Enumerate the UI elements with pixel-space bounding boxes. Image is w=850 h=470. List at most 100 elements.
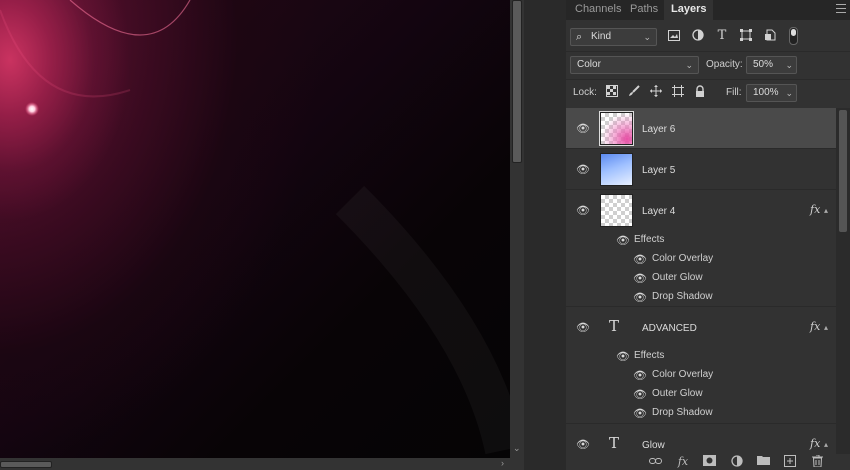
canvas-vertical-scrollbar[interactable]: ⌄ (510, 0, 524, 470)
mask-icon[interactable] (702, 455, 716, 469)
lock-transparent-icon[interactable] (604, 85, 620, 101)
visibility-eye-icon[interactable]: 👁 (576, 204, 590, 218)
layer-effects-fx-icon[interactable]: fx (810, 437, 820, 450)
scroll-thumb[interactable] (839, 110, 847, 232)
chevron-down-icon: ⌄ (643, 32, 651, 42)
effect-item[interactable]: 👁 Color Overlay (566, 366, 836, 385)
effect-name: Drop Shadow (652, 407, 713, 418)
image-filter-icon[interactable] (666, 29, 682, 45)
canvas-horizontal-scrollbar[interactable]: › (0, 458, 510, 470)
effect-item[interactable]: 👁 Outer Glow (566, 269, 836, 288)
filter-toggle[interactable] (789, 27, 798, 45)
collapse-effects-icon[interactable]: ▴ (824, 323, 828, 332)
kind-filter-label: Kind (591, 31, 612, 42)
layers-list: 👁 Layer 6 👁 Layer 5 👁 Layer 4 fx ▴ 👁 Eff… (566, 108, 836, 454)
group-folder-icon[interactable] (756, 455, 770, 469)
layer-row-advanced[interactable]: 👁 T ADVANCED fx ▴ 👁 Effects 👁 Color Over… (566, 307, 836, 424)
blend-mode-value: Color (577, 59, 601, 70)
panel-tab-bar: Channels Paths Layers (566, 0, 850, 20)
visibility-eye-icon[interactable]: 👁 (633, 407, 647, 421)
trash-icon[interactable] (810, 454, 824, 469)
layer-name: Layer 6 (642, 124, 676, 135)
visibility-eye-icon[interactable]: 👁 (616, 350, 630, 364)
effect-item[interactable]: 👁 Color Overlay (566, 250, 836, 269)
lock-all-icon[interactable] (692, 85, 708, 101)
search-icon: ⌕ (576, 31, 583, 43)
effect-name: Drop Shadow (652, 291, 713, 302)
kind-filter-select[interactable]: ⌕ Kind ⌄ (570, 28, 657, 46)
scroll-down-icon[interactable]: ⌄ (513, 443, 521, 454)
layers-panel: Channels Paths Layers ⌕ Kind ⌄ T Color ⌄… (566, 0, 850, 470)
effect-name: Color Overlay (652, 253, 714, 264)
effect-name: Outer Glow (652, 272, 703, 283)
blend-mode-select[interactable]: Color ⌄ (570, 56, 699, 74)
effect-name: Outer Glow (652, 388, 703, 399)
new-layer-icon[interactable] (783, 455, 797, 469)
link-layers-icon[interactable] (648, 455, 662, 469)
smart-object-filter-icon[interactable] (762, 29, 778, 45)
layer-row-layer-4[interactable]: 👁 Layer 4 fx ▴ 👁 Effects 👁 Color Overlay… (566, 190, 836, 307)
light-dot (25, 102, 39, 116)
fx-icon[interactable]: fx (676, 455, 690, 469)
effects-label: Effects (634, 234, 665, 245)
panel-menu-icon[interactable] (836, 4, 846, 13)
adjustment-filter-icon[interactable] (690, 29, 706, 45)
effects-group[interactable]: 👁 Effects (566, 347, 836, 366)
lock-artboard-icon[interactable] (670, 85, 686, 101)
lock-row: Lock: Fill: 100% ⌄ (566, 83, 850, 103)
glow-arc-soft (0, 9, 131, 98)
fill-input[interactable]: 100% ⌄ (746, 84, 797, 102)
layer-name: Glow (642, 440, 665, 451)
layer-name: ADVANCED (642, 323, 697, 334)
effect-item[interactable]: 👁 Drop Shadow (566, 404, 836, 423)
type-filter-icon[interactable]: T (714, 28, 730, 44)
layer-effects-fx-icon[interactable]: fx (810, 203, 820, 216)
light-streak (335, 185, 510, 455)
effects-group[interactable]: 👁 Effects (566, 231, 836, 250)
layer-name: Layer 5 (642, 165, 676, 176)
lock-label: Lock: (573, 87, 597, 98)
divider (566, 79, 850, 80)
glow-arc (69, 0, 191, 36)
layer-row-glow[interactable]: 👁 T Glow fx ▴ (566, 424, 836, 454)
layer-row-layer-6[interactable]: 👁 Layer 6 (566, 108, 836, 149)
visibility-eye-icon[interactable]: 👁 (633, 291, 647, 305)
tab-layers[interactable]: Layers (664, 0, 714, 20)
collapse-effects-icon[interactable]: ▴ (824, 206, 828, 215)
chevron-down-icon: ⌄ (785, 60, 793, 70)
visibility-eye-icon[interactable]: 👁 (576, 163, 590, 177)
blend-row: Color ⌄ Opacity: 50% ⌄ (566, 55, 850, 77)
visibility-eye-icon[interactable]: 👁 (633, 388, 647, 402)
scroll-right-icon[interactable]: › (501, 458, 504, 468)
scroll-thumb[interactable] (512, 0, 522, 163)
layer-name: Layer 4 (642, 206, 676, 217)
shape-filter-icon[interactable] (738, 29, 754, 45)
visibility-eye-icon[interactable]: 👁 (633, 369, 647, 383)
visibility-eye-icon[interactable]: 👁 (633, 253, 647, 267)
opacity-input[interactable]: 50% ⌄ (746, 56, 797, 74)
opacity-label: Opacity: (706, 59, 743, 70)
visibility-eye-icon[interactable]: 👁 (576, 438, 590, 452)
layer-thumbnail (600, 153, 633, 186)
type-layer-icon: T (609, 317, 620, 335)
lock-image-icon[interactable] (626, 85, 642, 101)
tab-channels[interactable]: Channels (568, 0, 628, 20)
document-canvas[interactable] (0, 0, 510, 458)
effect-item[interactable]: 👁 Outer Glow (566, 385, 836, 404)
chevron-down-icon: ⌄ (685, 60, 693, 70)
lock-position-icon[interactable] (648, 85, 664, 101)
effect-item[interactable]: 👁 Drop Shadow (566, 288, 836, 307)
tab-paths[interactable]: Paths (623, 0, 665, 20)
visibility-eye-icon[interactable]: 👁 (633, 272, 647, 286)
type-layer-icon: T (609, 434, 620, 452)
visibility-eye-icon[interactable]: 👁 (576, 321, 590, 335)
expand-effects-icon[interactable]: ▴ (824, 440, 828, 449)
fill-value: 100% (753, 87, 779, 98)
layer-row-layer-5[interactable]: 👁 Layer 5 (566, 149, 836, 190)
adjustment-layer-icon[interactable] (730, 455, 744, 469)
layers-scrollbar[interactable] (836, 108, 850, 454)
visibility-eye-icon[interactable]: 👁 (576, 122, 590, 136)
scroll-thumb-horizontal[interactable] (0, 461, 52, 468)
visibility-eye-icon[interactable]: 👁 (616, 234, 630, 248)
layer-effects-fx-icon[interactable]: fx (810, 320, 820, 333)
